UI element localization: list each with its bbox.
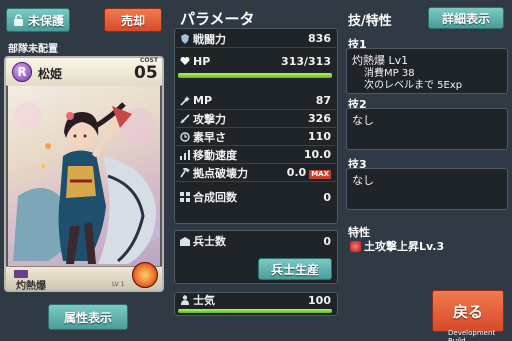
stat-fusion: 合成回数 0	[176, 188, 336, 206]
stat-attack-label: 攻撃力	[193, 112, 226, 126]
soldier-icon	[180, 236, 190, 246]
stat-speed-label: 素早さ	[193, 130, 226, 144]
stat-morale-label: 士気	[193, 294, 215, 307]
trait-icon	[350, 240, 361, 252]
stat-mp: MP 87	[176, 92, 336, 110]
attribute-button-label: 属性表示	[63, 310, 112, 325]
skill1-mp-cost: 消費MP 38	[364, 68, 415, 79]
stat-speed-value: 110	[308, 130, 331, 143]
stat-speed: 素早さ 110	[176, 128, 336, 146]
person-icon	[180, 295, 190, 305]
skill3-box[interactable]: なし	[346, 168, 508, 210]
cost-value: 05	[134, 63, 158, 83]
morale-bar-fill	[178, 309, 332, 313]
build-label: Development Build	[448, 329, 496, 341]
hp-bar-fill	[178, 73, 332, 78]
stat-hp-label: HP	[193, 54, 211, 68]
parameters-title: パラメータ	[180, 10, 255, 28]
shield-icon	[180, 33, 190, 44]
detail-button-label: 詳細表示	[441, 11, 490, 26]
stat-hp-value: 313/313	[281, 54, 331, 68]
skill2-text: なし	[352, 114, 374, 127]
stat-morale: 士気 100	[176, 292, 336, 308]
back-button-label: 戻る	[452, 302, 483, 321]
lock-button-label: 未保護	[28, 13, 65, 28]
back-button[interactable]: 戻る	[432, 290, 504, 332]
character-portrait	[8, 86, 160, 266]
stat-power: 戦闘力 836	[176, 30, 336, 48]
skill1-next: 次のレベルまで 5Exp	[364, 80, 463, 91]
stat-attack: 攻撃力 326	[176, 110, 336, 128]
lock-toggle-button[interactable]: 未保護	[6, 8, 70, 32]
stat-move-label: 移動速度	[193, 148, 237, 162]
attribute-button[interactable]: 属性表示	[48, 304, 128, 330]
grid-icon	[180, 192, 190, 202]
card-skill-name: 灼熱爆	[16, 281, 46, 292]
stat-soldiers-label: 兵士数	[193, 235, 226, 248]
stat-soldiers: 兵士数 0	[176, 232, 336, 250]
stat-break-value: 0.0 MAX	[286, 166, 331, 179]
trait-text: 土攻撃上昇Lv.3	[364, 240, 445, 253]
rarity-badge: R	[12, 62, 32, 82]
sell-button[interactable]: 売却	[104, 8, 162, 32]
fire-element-icon	[132, 262, 158, 288]
skill1-box[interactable]: 灼熱爆 Lv1 消費MP 38 次のレベルまで 5Exp	[346, 48, 508, 94]
sword-icon	[180, 113, 190, 124]
detail-button[interactable]: 詳細表示	[428, 7, 504, 29]
stat-move: 移動速度 10.0	[176, 146, 336, 164]
stat-break: 拠点破壊力 0.0 MAX	[176, 164, 336, 182]
produce-soldiers-label: 兵士生産	[270, 262, 319, 277]
stat-mp-value: 87	[315, 94, 331, 107]
card-level: LV 1	[112, 281, 125, 288]
skill2-box[interactable]: なし	[346, 108, 508, 150]
stat-move-value: 10.0	[303, 148, 331, 161]
stat-fusion-label: 合成回数	[193, 191, 237, 204]
clock-icon	[180, 131, 190, 142]
sell-button-label: 売却	[120, 13, 145, 28]
heart-icon	[180, 56, 190, 66]
card-name: 松姫	[38, 67, 63, 81]
wand-icon	[180, 95, 190, 106]
stat-fusion-value: 0	[323, 190, 331, 204]
stat-hp: HP 313/313	[176, 52, 336, 70]
max-badge: MAX	[309, 170, 331, 179]
hammer-icon	[180, 167, 190, 178]
trait-row: 土攻撃上昇Lv.3	[350, 238, 444, 254]
skills-title: 技/特性	[348, 14, 392, 29]
stat-power-value: 836	[308, 32, 331, 45]
lock-icon	[14, 14, 23, 26]
stat-power-label: 戦闘力	[193, 32, 226, 46]
produce-soldiers-button[interactable]: 兵士生産	[258, 258, 332, 280]
stat-soldiers-value: 0	[323, 234, 331, 248]
skill1-name: 灼熱爆 Lv1	[352, 54, 409, 67]
skill3-text: なし	[352, 174, 374, 187]
deploy-status-label: 部隊未配置	[8, 44, 58, 55]
stat-mp-label: MP	[193, 94, 213, 107]
stat-break-label: 拠点破壊力	[193, 166, 248, 180]
stat-morale-value: 100	[308, 293, 331, 307]
stat-attack-value: 326	[308, 112, 331, 125]
bars-icon	[180, 149, 190, 160]
